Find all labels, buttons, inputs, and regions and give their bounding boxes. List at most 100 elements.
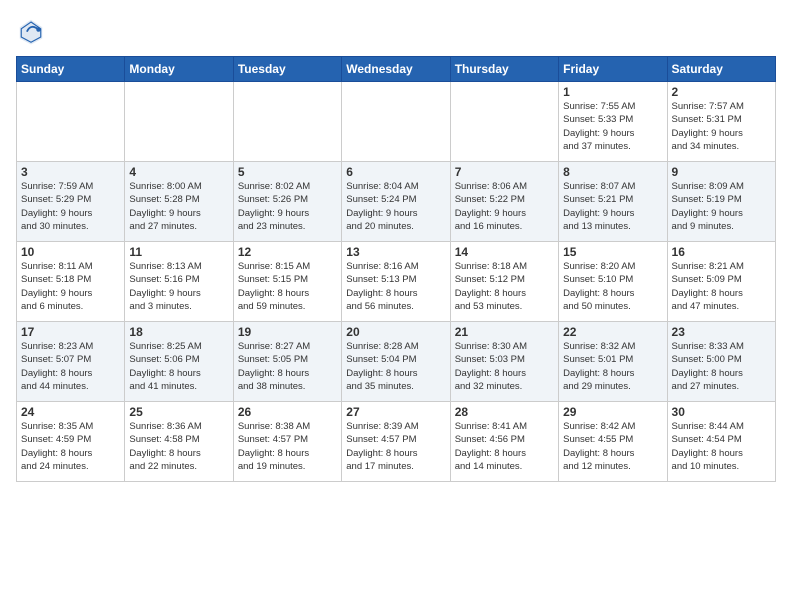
day-cell: 13Sunrise: 8:16 AM Sunset: 5:13 PM Dayli…: [342, 242, 450, 322]
day-cell: 20Sunrise: 8:28 AM Sunset: 5:04 PM Dayli…: [342, 322, 450, 402]
day-info: Sunrise: 8:04 AM Sunset: 5:24 PM Dayligh…: [346, 180, 445, 233]
day-cell: 10Sunrise: 8:11 AM Sunset: 5:18 PM Dayli…: [17, 242, 125, 322]
day-number: 24: [21, 405, 120, 419]
day-info: Sunrise: 8:23 AM Sunset: 5:07 PM Dayligh…: [21, 340, 120, 393]
day-info: Sunrise: 8:39 AM Sunset: 4:57 PM Dayligh…: [346, 420, 445, 473]
day-cell: 21Sunrise: 8:30 AM Sunset: 5:03 PM Dayli…: [450, 322, 558, 402]
day-info: Sunrise: 8:41 AM Sunset: 4:56 PM Dayligh…: [455, 420, 554, 473]
day-info: Sunrise: 8:44 AM Sunset: 4:54 PM Dayligh…: [672, 420, 771, 473]
day-number: 13: [346, 245, 445, 259]
day-cell: 5Sunrise: 8:02 AM Sunset: 5:26 PM Daylig…: [233, 162, 341, 242]
week-row-1: 1Sunrise: 7:55 AM Sunset: 5:33 PM Daylig…: [17, 82, 776, 162]
day-cell: 12Sunrise: 8:15 AM Sunset: 5:15 PM Dayli…: [233, 242, 341, 322]
day-number: 12: [238, 245, 337, 259]
day-number: 9: [672, 165, 771, 179]
day-cell: 23Sunrise: 8:33 AM Sunset: 5:00 PM Dayli…: [667, 322, 775, 402]
day-cell: [233, 82, 341, 162]
day-number: 14: [455, 245, 554, 259]
day-header-friday: Friday: [559, 57, 667, 82]
day-header-tuesday: Tuesday: [233, 57, 341, 82]
day-cell: 1Sunrise: 7:55 AM Sunset: 5:33 PM Daylig…: [559, 82, 667, 162]
day-cell: 15Sunrise: 8:20 AM Sunset: 5:10 PM Dayli…: [559, 242, 667, 322]
day-info: Sunrise: 8:13 AM Sunset: 5:16 PM Dayligh…: [129, 260, 228, 313]
day-number: 6: [346, 165, 445, 179]
day-cell: 27Sunrise: 8:39 AM Sunset: 4:57 PM Dayli…: [342, 402, 450, 482]
day-cell: 24Sunrise: 8:35 AM Sunset: 4:59 PM Dayli…: [17, 402, 125, 482]
day-info: Sunrise: 8:20 AM Sunset: 5:10 PM Dayligh…: [563, 260, 662, 313]
day-info: Sunrise: 8:06 AM Sunset: 5:22 PM Dayligh…: [455, 180, 554, 233]
week-row-3: 10Sunrise: 8:11 AM Sunset: 5:18 PM Dayli…: [17, 242, 776, 322]
day-number: 5: [238, 165, 337, 179]
week-row-2: 3Sunrise: 7:59 AM Sunset: 5:29 PM Daylig…: [17, 162, 776, 242]
day-cell: 25Sunrise: 8:36 AM Sunset: 4:58 PM Dayli…: [125, 402, 233, 482]
day-number: 18: [129, 325, 228, 339]
day-header-wednesday: Wednesday: [342, 57, 450, 82]
page: SundayMondayTuesdayWednesdayThursdayFrid…: [0, 0, 792, 612]
day-number: 20: [346, 325, 445, 339]
day-info: Sunrise: 8:36 AM Sunset: 4:58 PM Dayligh…: [129, 420, 228, 473]
day-number: 8: [563, 165, 662, 179]
day-number: 10: [21, 245, 120, 259]
day-cell: [342, 82, 450, 162]
day-info: Sunrise: 8:15 AM Sunset: 5:15 PM Dayligh…: [238, 260, 337, 313]
calendar-table: SundayMondayTuesdayWednesdayThursdayFrid…: [16, 56, 776, 482]
day-number: 1: [563, 85, 662, 99]
day-number: 17: [21, 325, 120, 339]
day-cell: 14Sunrise: 8:18 AM Sunset: 5:12 PM Dayli…: [450, 242, 558, 322]
day-cell: 18Sunrise: 8:25 AM Sunset: 5:06 PM Dayli…: [125, 322, 233, 402]
day-info: Sunrise: 8:21 AM Sunset: 5:09 PM Dayligh…: [672, 260, 771, 313]
day-info: Sunrise: 8:33 AM Sunset: 5:00 PM Dayligh…: [672, 340, 771, 393]
day-number: 22: [563, 325, 662, 339]
day-cell: [125, 82, 233, 162]
day-number: 2: [672, 85, 771, 99]
day-info: Sunrise: 7:57 AM Sunset: 5:31 PM Dayligh…: [672, 100, 771, 153]
days-header-row: SundayMondayTuesdayWednesdayThursdayFrid…: [17, 57, 776, 82]
day-header-thursday: Thursday: [450, 57, 558, 82]
day-cell: [450, 82, 558, 162]
day-cell: 11Sunrise: 8:13 AM Sunset: 5:16 PM Dayli…: [125, 242, 233, 322]
day-info: Sunrise: 8:16 AM Sunset: 5:13 PM Dayligh…: [346, 260, 445, 313]
day-info: Sunrise: 8:02 AM Sunset: 5:26 PM Dayligh…: [238, 180, 337, 233]
day-info: Sunrise: 8:11 AM Sunset: 5:18 PM Dayligh…: [21, 260, 120, 313]
day-info: Sunrise: 8:32 AM Sunset: 5:01 PM Dayligh…: [563, 340, 662, 393]
day-info: Sunrise: 7:59 AM Sunset: 5:29 PM Dayligh…: [21, 180, 120, 233]
day-info: Sunrise: 8:42 AM Sunset: 4:55 PM Dayligh…: [563, 420, 662, 473]
day-cell: 8Sunrise: 8:07 AM Sunset: 5:21 PM Daylig…: [559, 162, 667, 242]
day-cell: 19Sunrise: 8:27 AM Sunset: 5:05 PM Dayli…: [233, 322, 341, 402]
day-number: 25: [129, 405, 228, 419]
day-cell: 7Sunrise: 8:06 AM Sunset: 5:22 PM Daylig…: [450, 162, 558, 242]
logo: [16, 16, 50, 46]
day-cell: 17Sunrise: 8:23 AM Sunset: 5:07 PM Dayli…: [17, 322, 125, 402]
day-number: 28: [455, 405, 554, 419]
day-info: Sunrise: 8:00 AM Sunset: 5:28 PM Dayligh…: [129, 180, 228, 233]
day-info: Sunrise: 7:55 AM Sunset: 5:33 PM Dayligh…: [563, 100, 662, 153]
day-number: 4: [129, 165, 228, 179]
day-cell: 16Sunrise: 8:21 AM Sunset: 5:09 PM Dayli…: [667, 242, 775, 322]
day-cell: 28Sunrise: 8:41 AM Sunset: 4:56 PM Dayli…: [450, 402, 558, 482]
day-number: 3: [21, 165, 120, 179]
day-info: Sunrise: 8:35 AM Sunset: 4:59 PM Dayligh…: [21, 420, 120, 473]
day-cell: 30Sunrise: 8:44 AM Sunset: 4:54 PM Dayli…: [667, 402, 775, 482]
week-row-4: 17Sunrise: 8:23 AM Sunset: 5:07 PM Dayli…: [17, 322, 776, 402]
day-number: 29: [563, 405, 662, 419]
day-info: Sunrise: 8:28 AM Sunset: 5:04 PM Dayligh…: [346, 340, 445, 393]
day-number: 27: [346, 405, 445, 419]
day-number: 7: [455, 165, 554, 179]
header: [16, 16, 776, 46]
day-info: Sunrise: 8:25 AM Sunset: 5:06 PM Dayligh…: [129, 340, 228, 393]
day-info: Sunrise: 8:30 AM Sunset: 5:03 PM Dayligh…: [455, 340, 554, 393]
day-number: 26: [238, 405, 337, 419]
day-number: 11: [129, 245, 228, 259]
day-header-monday: Monday: [125, 57, 233, 82]
day-number: 30: [672, 405, 771, 419]
day-info: Sunrise: 8:27 AM Sunset: 5:05 PM Dayligh…: [238, 340, 337, 393]
day-cell: [17, 82, 125, 162]
day-header-saturday: Saturday: [667, 57, 775, 82]
logo-icon: [16, 16, 46, 46]
day-cell: 26Sunrise: 8:38 AM Sunset: 4:57 PM Dayli…: [233, 402, 341, 482]
day-cell: 3Sunrise: 7:59 AM Sunset: 5:29 PM Daylig…: [17, 162, 125, 242]
day-cell: 9Sunrise: 8:09 AM Sunset: 5:19 PM Daylig…: [667, 162, 775, 242]
day-cell: 2Sunrise: 7:57 AM Sunset: 5:31 PM Daylig…: [667, 82, 775, 162]
day-number: 16: [672, 245, 771, 259]
day-header-sunday: Sunday: [17, 57, 125, 82]
